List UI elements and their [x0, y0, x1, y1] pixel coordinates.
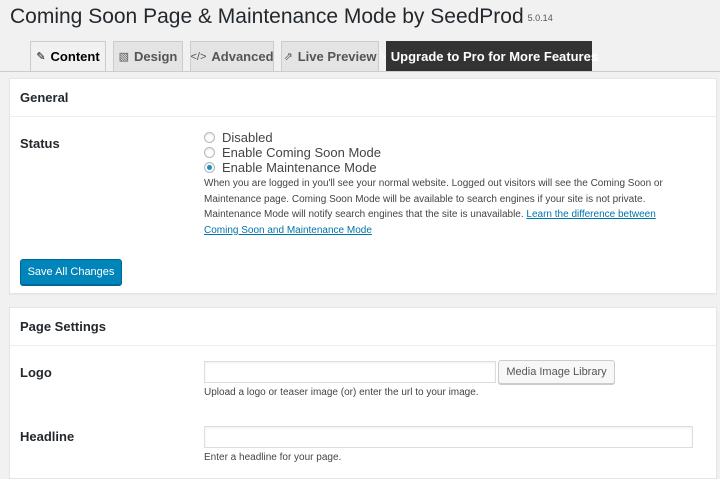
page-title-text: Coming Soon Page & Maintenance Mode by S…: [10, 5, 524, 28]
radio-coming-soon-label: Enable Coming Soon Mode: [222, 145, 381, 160]
radio-disabled-label: Disabled: [222, 130, 273, 145]
tab-advanced[interactable]: </> Advanced: [190, 41, 274, 71]
headline-help-text: Enter a headline for your page.: [204, 452, 342, 463]
headline-label: Headline: [20, 429, 75, 444]
tab-design-label: Design: [134, 49, 178, 64]
general-panel: General Status Disabled Enable Coming So…: [9, 78, 717, 294]
external-link-icon: ⇗: [283, 51, 293, 63]
save-all-changes-button[interactable]: Save All Changes: [20, 259, 122, 285]
headline-input[interactable]: [204, 426, 693, 448]
code-icon: </>: [190, 50, 207, 63]
logo-label: Logo: [20, 365, 52, 380]
radio-disabled[interactable]: Disabled: [204, 130, 273, 145]
tab-content[interactable]: ✎ Content: [30, 41, 106, 72]
media-image-library-button[interactable]: Media Image Library: [498, 360, 615, 384]
version-badge: 5.0.14: [527, 13, 553, 23]
radio-coming-soon[interactable]: Enable Coming Soon Mode: [204, 145, 381, 160]
tab-advanced-label: Advanced: [211, 49, 274, 64]
page-title: Coming Soon Page & Maintenance Mode by S…: [10, 5, 553, 29]
status-description: When you are logged in you'll see your n…: [204, 176, 684, 238]
tab-upgrade-pro-label: Upgrade to Pro for More Features: [390, 49, 599, 64]
radio-maintenance-label: Enable Maintenance Mode: [222, 160, 377, 175]
radio-disabled-control[interactable]: [204, 132, 215, 143]
tab-live-preview-label: Live Preview: [297, 49, 377, 64]
image-icon: ▧: [118, 51, 130, 63]
tab-upgrade-pro[interactable]: ϟ Upgrade to Pro for More Features: [380, 41, 598, 71]
general-heading: General: [10, 79, 716, 117]
status-label: Status: [20, 136, 60, 151]
bolt-icon: ϟ: [379, 50, 386, 63]
edit-icon: ✎: [36, 51, 46, 63]
logo-url-input[interactable]: [204, 361, 496, 383]
radio-maintenance-control[interactable]: [204, 162, 215, 173]
radio-coming-soon-control[interactable]: [204, 147, 215, 158]
radio-maintenance[interactable]: Enable Maintenance Mode: [204, 160, 377, 175]
tabs-divider: [0, 71, 720, 72]
tab-content-label: Content: [50, 49, 100, 64]
tab-live-preview[interactable]: ⇗ Live Preview: [281, 41, 379, 71]
page-settings-heading: Page Settings: [10, 308, 716, 346]
logo-help-text: Upload a logo or teaser image (or) enter…: [204, 387, 479, 398]
tab-design[interactable]: ▧ Design: [113, 41, 183, 71]
page-settings-panel: Page Settings Logo Media Image Library U…: [9, 307, 717, 479]
